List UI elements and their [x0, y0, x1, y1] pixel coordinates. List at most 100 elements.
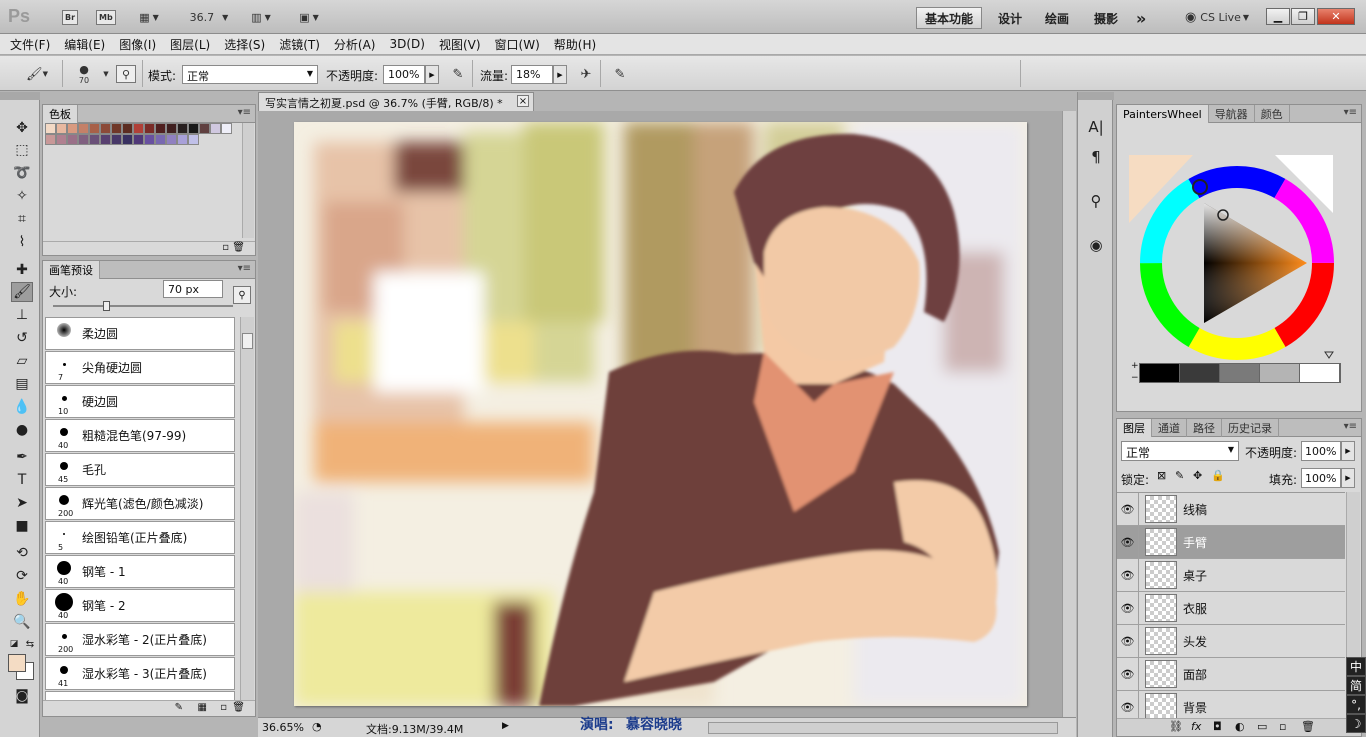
color-swatch[interactable]: [78, 123, 89, 134]
brush-panel-icon[interactable]: ⚲: [1085, 190, 1107, 212]
canvas-horizontal-scrollbar[interactable]: [708, 722, 1058, 734]
launch-bridge-button[interactable]: Br: [62, 8, 79, 26]
panel-menu-icon[interactable]: ▾≡: [1344, 421, 1357, 432]
color-swatch[interactable]: [144, 134, 155, 145]
zoom-options-icon[interactable]: ◔: [312, 720, 322, 733]
tab-history[interactable]: 历史记录: [1222, 419, 1279, 437]
pen-tool-icon[interactable]: ✒: [11, 447, 33, 467]
link-layers-icon[interactable]: ⛓: [1169, 720, 1183, 733]
move-tool-icon[interactable]: ✥: [11, 118, 33, 138]
tab-navigator[interactable]: 导航器: [1209, 105, 1255, 123]
plus-icon[interactable]: +: [1131, 361, 1139, 371]
tablet-pressure-size-button[interactable]: ✎: [610, 65, 630, 83]
eyedropper-tool-icon[interactable]: ⌇: [11, 232, 33, 252]
marquee-tool-icon[interactable]: ⬚: [11, 140, 33, 160]
layer-row[interactable]: 👁 面部: [1117, 657, 1345, 691]
tab-painters-wheel[interactable]: PaintersWheel: [1117, 105, 1209, 123]
visibility-eye-icon[interactable]: 👁: [1117, 558, 1139, 592]
ime-chinese-mode[interactable]: 中: [1346, 657, 1366, 676]
color-swatch[interactable]: [166, 123, 177, 134]
color-swatch[interactable]: [144, 123, 155, 134]
color-swatch[interactable]: [188, 123, 199, 134]
layer-row[interactable]: 👁 手臂: [1117, 525, 1345, 559]
color-swatch[interactable]: [45, 123, 56, 134]
layer-row[interactable]: 👁 线稿: [1117, 493, 1345, 526]
brush-preset-item[interactable]: 40 钢笔 - 1: [45, 555, 235, 588]
color-swatch[interactable]: [45, 134, 56, 145]
visibility-eye-icon[interactable]: 👁: [1117, 657, 1139, 691]
menu-help[interactable]: 帮助(H): [554, 36, 596, 53]
menu-window[interactable]: 窗口(W): [495, 36, 540, 53]
blend-mode-select[interactable]: 正常 ▼: [182, 65, 318, 84]
visibility-eye-icon[interactable]: 👁: [1117, 624, 1139, 658]
cs-live-button[interactable]: ◉ CS Live ▼: [1180, 8, 1254, 26]
color-swatch[interactable]: [89, 134, 100, 145]
color-swatch[interactable]: [122, 123, 133, 134]
brush-preset-item[interactable]: 200 辉光笔(滤色/颜色减淡): [45, 487, 235, 520]
hand-tool-icon[interactable]: ✋: [11, 589, 33, 609]
tools-panel-header[interactable]: [0, 92, 40, 100]
menu-edit[interactable]: 编辑(E): [64, 36, 105, 53]
visibility-eye-icon[interactable]: 👁: [1117, 493, 1139, 526]
menu-3d[interactable]: 3D(D): [389, 37, 424, 51]
brush-preset-item[interactable]: 10 硬边圆: [45, 385, 235, 418]
color-swatch[interactable]: [111, 134, 122, 145]
color-swatch[interactable]: [177, 123, 188, 134]
trash-icon[interactable]: 🗑: [232, 242, 245, 253]
dock-header[interactable]: [1078, 92, 1114, 100]
layer-fill-slider-toggle[interactable]: ▶: [1341, 468, 1355, 488]
zoom-tool-icon[interactable]: 🔍: [11, 612, 33, 632]
layer-style-icon[interactable]: fx: [1191, 720, 1201, 733]
lasso-tool-icon[interactable]: ➰: [11, 163, 33, 183]
tab-swatches[interactable]: 色板: [43, 105, 78, 123]
brush-preset-item[interactable]: 5 绘图铅笔(正片叠底): [45, 521, 235, 554]
ime-half-width[interactable]: ☽: [1346, 714, 1366, 733]
gray-swatch[interactable]: [1300, 364, 1340, 382]
clone-source-panel-icon[interactable]: ◉: [1085, 234, 1107, 256]
create-new-preset-button[interactable]: ⚲: [233, 286, 251, 304]
quick-mask-icon[interactable]: ◙: [11, 686, 33, 706]
brush-preset-item[interactable]: 200 湿水彩笔 - 2(正片叠底): [45, 623, 235, 656]
swatch-grid[interactable]: [45, 123, 245, 147]
panel-menu-icon[interactable]: ▾≡: [1344, 107, 1357, 118]
toggle-brush-panel-icon[interactable]: ✎: [175, 702, 183, 713]
dodge-tool-icon[interactable]: ●: [11, 420, 33, 440]
flow-slider-toggle[interactable]: ▶: [553, 65, 567, 84]
workspace-painting[interactable]: 绘画: [1037, 7, 1077, 29]
menu-image[interactable]: 图像(I): [119, 36, 156, 53]
brush-tool-icon[interactable]: 🖌: [11, 282, 33, 302]
color-swatch[interactable]: [89, 123, 100, 134]
brush-preset-item[interactable]: 7 尖角硬边圆: [45, 351, 235, 384]
brush-size-slider-handle[interactable]: [103, 301, 110, 311]
launch-minibridge-button[interactable]: Mb: [96, 8, 116, 26]
lock-all-icon[interactable]: 🔒: [1211, 469, 1225, 482]
layer-row[interactable]: 👁 头发: [1117, 624, 1345, 658]
opacity-input[interactable]: 100%: [383, 65, 425, 84]
canvas-vertical-scrollbar[interactable]: [1062, 111, 1076, 717]
brush-preset-picker[interactable]: ● 70: [72, 61, 96, 87]
foreground-color-swatch[interactable]: [8, 654, 26, 672]
trash-icon[interactable]: 🗑: [232, 702, 245, 713]
rectangle-tool-icon[interactable]: ■: [11, 516, 33, 536]
tablet-pressure-opacity-button[interactable]: ✎: [448, 65, 468, 83]
color-swatch[interactable]: [122, 134, 133, 145]
type-tool-icon[interactable]: T: [11, 470, 33, 490]
menu-file[interactable]: 文件(F): [10, 36, 50, 53]
default-colors-icon[interactable]: ◪: [8, 634, 20, 654]
toggle-brush-panel-button[interactable]: ⚲: [116, 65, 136, 83]
minimize-button[interactable]: ▁: [1266, 8, 1290, 25]
layer-opacity-input[interactable]: 100%: [1301, 441, 1341, 461]
grayscale-swatch-strip[interactable]: [1139, 363, 1341, 383]
color-swatch[interactable]: [210, 123, 221, 134]
clone-stamp-tool-icon[interactable]: ⊥: [11, 305, 33, 325]
chevron-down-icon[interactable]: ▼: [96, 65, 116, 83]
tab-layers[interactable]: 图层: [1117, 419, 1152, 437]
layer-blend-mode-select[interactable]: 正常 ▼: [1121, 441, 1239, 461]
more-workspaces-button[interactable]: »: [1128, 7, 1154, 29]
minus-icon[interactable]: −: [1131, 373, 1139, 383]
status-menu-arrow-icon[interactable]: ▶: [502, 721, 509, 731]
arrange-documents-dropdown[interactable]: ▥ ▼: [244, 8, 278, 26]
workspace-essentials[interactable]: 基本功能: [916, 7, 983, 29]
blur-tool-icon[interactable]: 💧: [11, 397, 33, 417]
add-mask-icon[interactable]: ◘: [1213, 720, 1222, 733]
